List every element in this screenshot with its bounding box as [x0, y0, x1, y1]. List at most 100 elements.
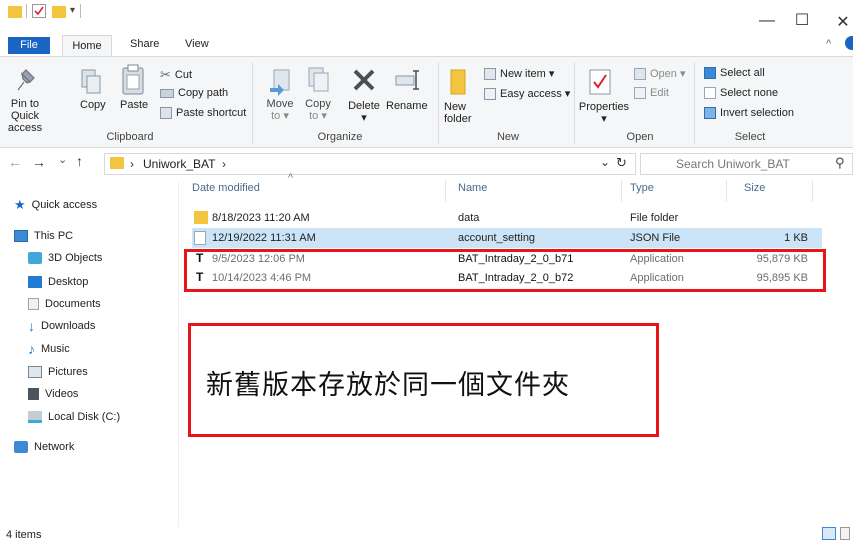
maximize-button[interactable]: ☐	[787, 10, 817, 30]
edit-label: Edit	[650, 87, 669, 99]
select-all-icon	[704, 67, 716, 79]
copy-button[interactable]	[80, 68, 102, 99]
easy-access-icon	[484, 87, 496, 100]
address-dropdown-icon[interactable]: ⌄	[600, 155, 610, 169]
group-divider	[574, 62, 575, 144]
breadcrumb-separator[interactable]: ›	[222, 157, 226, 171]
pin-label-line1: Pin to Quick	[10, 98, 40, 122]
copy-to-icon	[308, 67, 329, 92]
pin-icon	[17, 69, 35, 91]
tab-home[interactable]: Home	[62, 35, 112, 56]
search-icon[interactable]: ⚲	[835, 155, 845, 171]
invert-selection-button[interactable]: Invert selection	[704, 107, 794, 119]
nav-downloads[interactable]: ↓ Downloads	[28, 316, 95, 336]
new-folder-button[interactable]	[447, 68, 469, 99]
tab-share[interactable]: Share	[130, 38, 159, 50]
column-name[interactable]: Name	[458, 182, 487, 194]
nav-network[interactable]: Network	[14, 437, 74, 457]
cut-button[interactable]: ✂ Cut	[160, 67, 192, 83]
nav-videos[interactable]: Videos	[28, 384, 78, 404]
tab-file[interactable]: File	[8, 37, 50, 54]
select-all-button[interactable]: Select all	[704, 67, 765, 79]
copy-to-button[interactable]	[306, 66, 330, 99]
drive-icon	[28, 411, 42, 423]
file-size: 1 KB	[784, 232, 808, 244]
properties-qat-icon[interactable]	[32, 4, 46, 18]
move-to-button[interactable]	[268, 68, 292, 99]
details-view-icon[interactable]	[822, 527, 836, 540]
paste-shortcut-label: Paste shortcut	[176, 107, 247, 119]
edit-button[interactable]: Edit	[634, 87, 669, 99]
open-button[interactable]: Open ▾	[634, 67, 686, 80]
forward-icon[interactable]: →	[32, 154, 46, 170]
file-date: 12/19/2022 11:31 AM	[212, 232, 316, 244]
json-file-icon	[194, 231, 206, 245]
new-folder-qat-icon[interactable]	[52, 6, 66, 18]
select-none-label: Select none	[720, 87, 779, 99]
breadcrumb-uniwork-bat[interactable]: Uniwork_BAT	[143, 157, 215, 171]
minimize-button[interactable]: —	[752, 12, 782, 30]
title-bar	[0, 0, 853, 34]
paste-shortcut-icon	[160, 107, 172, 119]
edit-icon	[634, 87, 646, 99]
new-item-button[interactable]: New item ▾	[484, 67, 554, 80]
table-row[interactable]: 8/18/2023 11:20 AM data File folder	[192, 208, 822, 228]
collapse-ribbon-icon[interactable]: ^	[826, 38, 831, 50]
move-to-icon	[270, 69, 290, 96]
star-icon: ★	[14, 197, 26, 212]
nav-network-label: Network	[34, 441, 75, 453]
open-icon	[634, 67, 646, 80]
file-type: File folder	[630, 212, 679, 224]
properties-dropdown-icon[interactable]: ▾	[578, 113, 630, 125]
nav-pictures[interactable]: Pictures	[28, 362, 88, 382]
table-row[interactable]: 12/19/2022 11:31 AM account_setting JSON…	[192, 228, 822, 248]
properties-button[interactable]	[588, 68, 612, 99]
recent-locations-icon[interactable]: ⌄	[58, 153, 67, 166]
nav-this-pc[interactable]: This PC	[14, 226, 73, 246]
qat-dropdown-icon[interactable]: ▾	[70, 5, 75, 16]
refresh-icon[interactable]: ↻	[616, 155, 627, 171]
close-button[interactable]: ✕	[828, 12, 853, 32]
network-icon	[14, 441, 28, 453]
nav-documents[interactable]: Documents	[28, 294, 101, 314]
divider	[26, 4, 27, 18]
rename-label: Rename	[386, 100, 428, 112]
pin-to-quick-access-button[interactable]	[12, 66, 38, 99]
easy-access-button[interactable]: Easy access ▾	[484, 87, 570, 100]
column-size[interactable]: Size	[744, 182, 765, 194]
breadcrumb-separator[interactable]: ›	[130, 157, 134, 171]
help-icon[interactable]	[845, 36, 853, 50]
large-icons-view-icon[interactable]	[840, 527, 850, 540]
paste-shortcut-button[interactable]: Paste shortcut	[160, 107, 246, 119]
column-date-modified[interactable]: Date modified	[192, 182, 260, 194]
nav-music[interactable]: ♪ Music	[28, 339, 70, 359]
delete-button[interactable]	[352, 68, 376, 95]
select-none-button[interactable]: Select none	[704, 87, 778, 99]
column-divider[interactable]	[726, 180, 727, 202]
up-icon[interactable]: ↑	[76, 153, 83, 169]
search-placeholder: Search Uniwork_BAT	[676, 157, 790, 171]
paste-button[interactable]	[120, 64, 146, 99]
back-icon[interactable]: ←	[8, 154, 22, 170]
copy-label: Copy	[80, 99, 106, 111]
nav-local-disk[interactable]: Local Disk (C:)	[28, 407, 120, 427]
rename-button[interactable]	[395, 68, 421, 95]
nav-quick-access-label: Quick access	[31, 199, 98, 211]
file-type: JSON File	[630, 232, 681, 244]
copy-path-icon	[160, 88, 174, 98]
nav-desktop[interactable]: Desktop	[28, 272, 88, 292]
folder-icon	[8, 6, 22, 18]
nav-3d-objects[interactable]: 3D Objects	[28, 248, 102, 268]
nav-quick-access[interactable]: ★ Quick access	[14, 195, 97, 215]
column-type[interactable]: Type	[630, 182, 654, 194]
download-arrow-icon: ↓	[28, 318, 35, 334]
column-divider[interactable]	[621, 180, 622, 202]
tab-view[interactable]: View	[185, 38, 209, 50]
column-divider[interactable]	[812, 180, 813, 202]
delete-dropdown-icon[interactable]: ▾	[340, 112, 388, 124]
film-icon	[28, 388, 39, 400]
copy-path-button[interactable]: Copy path	[160, 87, 228, 99]
nav-local-disk-label: Local Disk (C:)	[48, 411, 121, 423]
new-folder-label: New folder	[444, 101, 472, 125]
column-divider[interactable]	[445, 180, 446, 202]
